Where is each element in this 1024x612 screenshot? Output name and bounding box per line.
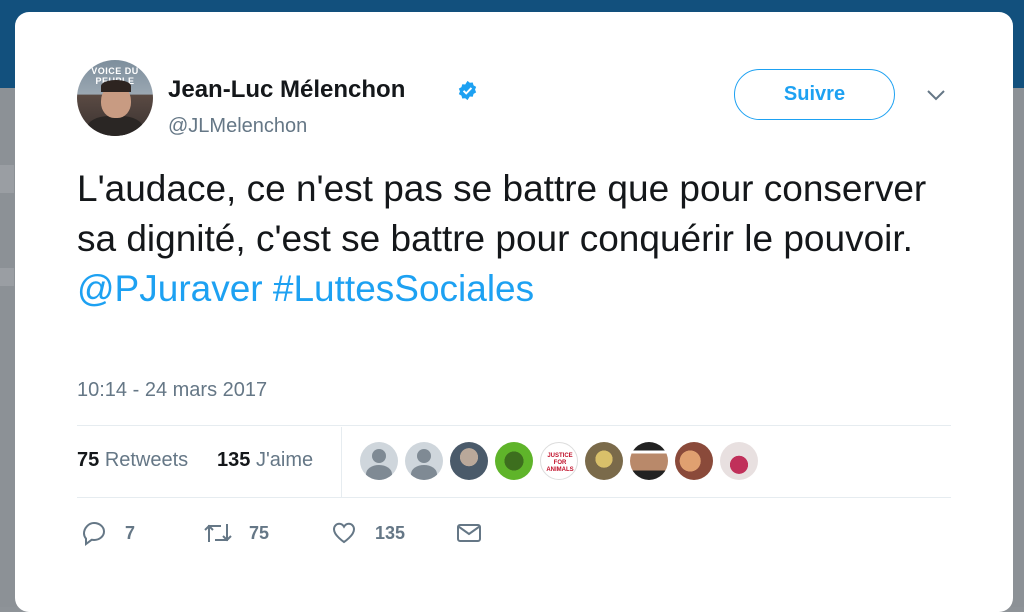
liker-avatar[interactable] <box>405 442 443 480</box>
tweet-timestamp[interactable]: 10:14 - 24 mars 2017 <box>77 379 267 402</box>
hashtag-link[interactable]: #LuttesSociales <box>273 268 534 309</box>
retweets-stat[interactable]: 75 Retweets <box>77 449 188 472</box>
background-strip <box>0 165 14 193</box>
liker-avatar[interactable] <box>720 442 758 480</box>
retweets-label: Retweets <box>104 449 189 471</box>
retweets-count: 75 <box>77 449 100 471</box>
liker-avatar[interactable] <box>495 442 533 480</box>
mention-link[interactable]: @PJuraver <box>77 268 263 309</box>
liker-avatar[interactable] <box>360 442 398 480</box>
like-button[interactable]: 135 <box>331 517 431 549</box>
liker-avatar[interactable] <box>450 442 488 480</box>
tweet-modal: VOICE DU PEUPLE Jean-Luc Mélenchon @JLMe… <box>15 12 1013 612</box>
retweet-icon <box>204 524 232 542</box>
follow-button-label: Suivre <box>783 83 846 105</box>
divider <box>77 425 951 426</box>
chevron-down-icon[interactable] <box>925 88 947 102</box>
envelope-icon <box>457 524 481 542</box>
likes-count: 135 <box>217 449 251 471</box>
heart-icon <box>332 522 356 544</box>
liker-logo-text: JUSTICE FOR ANIMALS <box>546 453 574 473</box>
retweet-button[interactable]: 75 <box>203 517 283 549</box>
author-name[interactable]: Jean-Luc Mélenchon <box>168 76 405 104</box>
like-count: 135 <box>375 523 406 543</box>
background-strip <box>0 268 14 286</box>
author-handle[interactable]: @JLMelenchon <box>168 115 307 138</box>
liker-avatar[interactable] <box>630 442 668 480</box>
follow-button[interactable]: Suivre <box>734 69 895 120</box>
likes-label: J'aime <box>255 449 314 471</box>
author-avatar[interactable]: VOICE DU PEUPLE <box>77 60 153 136</box>
divider <box>341 427 342 497</box>
liker-avatar[interactable]: JUSTICE FOR ANIMALS <box>540 442 578 480</box>
reply-count: 7 <box>125 523 136 543</box>
direct-message-button[interactable] <box>456 517 486 549</box>
divider <box>77 497 951 498</box>
tweet-text-body: L'audace, ce n'est pas se battre que pou… <box>77 168 927 259</box>
likes-stat[interactable]: 135 J'aime <box>217 449 313 472</box>
liker-avatar[interactable] <box>585 442 623 480</box>
reply-button[interactable]: 7 <box>81 517 151 549</box>
retweet-count: 75 <box>249 523 270 543</box>
verified-badge-icon <box>458 80 477 101</box>
reply-icon <box>82 521 106 546</box>
tweet-text: L'audace, ce n'est pas se battre que pou… <box>77 164 957 314</box>
liker-avatar[interactable] <box>675 442 713 480</box>
